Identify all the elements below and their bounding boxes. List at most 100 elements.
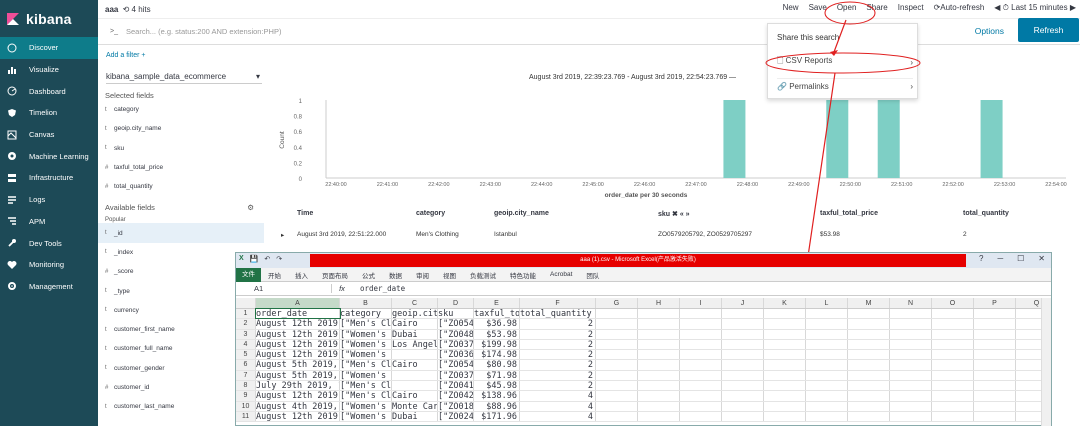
cell[interactable] bbox=[806, 319, 848, 329]
cell[interactable] bbox=[638, 309, 680, 319]
row-number[interactable]: 3 bbox=[236, 329, 256, 339]
cell[interactable] bbox=[890, 329, 932, 339]
cell[interactable] bbox=[932, 411, 974, 422]
cell[interactable] bbox=[890, 350, 932, 360]
cell[interactable]: 4 bbox=[520, 391, 596, 401]
cell[interactable] bbox=[974, 350, 1016, 360]
cell[interactable]: 2 bbox=[520, 329, 596, 339]
cell[interactable] bbox=[638, 329, 680, 339]
cell[interactable] bbox=[764, 391, 806, 401]
field-item[interactable]: t _id bbox=[98, 223, 264, 243]
row-number[interactable]: 6 bbox=[236, 360, 256, 370]
cell[interactable]: ["ZO0360 bbox=[438, 350, 474, 360]
column-header[interactable]: J bbox=[722, 298, 764, 308]
ribbon-tab[interactable]: 公式 bbox=[362, 270, 375, 280]
cell[interactable] bbox=[806, 360, 848, 370]
cell[interactable]: August 12th 2019, 2 bbox=[256, 329, 340, 339]
cell[interactable]: ["Women's Shoes","Women bbox=[340, 350, 392, 360]
cell[interactable] bbox=[680, 411, 722, 422]
ribbon-tab[interactable]: 视图 bbox=[443, 270, 456, 280]
column-header[interactable]: D bbox=[438, 298, 474, 308]
cell[interactable]: $71.98 bbox=[474, 370, 520, 381]
cell[interactable] bbox=[932, 401, 974, 411]
ribbon-tab[interactable]: 数据 bbox=[389, 270, 402, 280]
cell[interactable] bbox=[764, 360, 806, 370]
cell[interactable]: August 12th 2019, 2 bbox=[256, 411, 340, 422]
permalinks-item[interactable]: 🔗 Permalinks › bbox=[777, 78, 913, 92]
cell[interactable]: Los Angel bbox=[392, 339, 438, 350]
cell[interactable] bbox=[680, 360, 722, 370]
cell[interactable]: geoip.cit bbox=[392, 309, 438, 319]
ribbon-tab[interactable]: 插入 bbox=[295, 270, 308, 280]
column-header[interactable]: H bbox=[638, 298, 680, 308]
cell[interactable]: $36.98 bbox=[474, 319, 520, 329]
cell[interactable]: ["Women's Shoe bbox=[340, 411, 392, 422]
ribbon-tab[interactable]: 文件 bbox=[236, 267, 261, 282]
cell[interactable] bbox=[890, 319, 932, 329]
cell[interactable] bbox=[890, 309, 932, 319]
cell[interactable]: 4 bbox=[520, 401, 596, 411]
cell[interactable] bbox=[974, 381, 1016, 391]
cell[interactable] bbox=[974, 360, 1016, 370]
cell[interactable] bbox=[848, 411, 890, 422]
cell[interactable]: Dubai bbox=[392, 329, 438, 339]
cell[interactable] bbox=[596, 339, 638, 350]
help-icon[interactable]: ? bbox=[979, 254, 983, 263]
cell[interactable] bbox=[680, 339, 722, 350]
cell[interactable] bbox=[392, 381, 438, 391]
column-header[interactable]: B bbox=[340, 298, 392, 308]
cell[interactable]: August 12th 2019, 2 bbox=[256, 350, 340, 360]
cell[interactable] bbox=[392, 350, 438, 360]
row-number[interactable]: 9 bbox=[236, 391, 256, 401]
cell[interactable]: ["ZO0423 bbox=[438, 391, 474, 401]
cell[interactable] bbox=[806, 401, 848, 411]
cell[interactable]: August 4th 2019, 0 bbox=[256, 401, 340, 411]
cell[interactable] bbox=[680, 350, 722, 360]
ribbon-tab[interactable]: 开始 bbox=[268, 270, 281, 280]
cell[interactable]: ["Women's Clot bbox=[340, 329, 392, 339]
cell[interactable] bbox=[890, 401, 932, 411]
field-item[interactable]: t category bbox=[98, 100, 264, 119]
cell[interactable]: ["ZO0376 bbox=[438, 370, 474, 381]
cell[interactable]: ["ZO0542 bbox=[438, 360, 474, 370]
cell[interactable]: 4 bbox=[520, 411, 596, 422]
cell[interactable] bbox=[806, 339, 848, 350]
row-number[interactable]: 4 bbox=[236, 339, 256, 350]
ribbon-tab[interactable]: Acrobat bbox=[550, 271, 572, 278]
cell[interactable] bbox=[722, 360, 764, 370]
nav-item-management[interactable]: Management bbox=[0, 276, 98, 298]
cell[interactable]: Dubai bbox=[392, 411, 438, 422]
csv-reports-item[interactable]: 🗋 CSV Reports › bbox=[777, 55, 913, 69]
column-header[interactable]: E bbox=[474, 298, 520, 308]
menu-share[interactable]: Share bbox=[866, 3, 887, 13]
nav-item-discover[interactable]: Discover bbox=[0, 37, 98, 59]
cell[interactable]: ["Women's Shoes","Women bbox=[340, 370, 392, 381]
column-header[interactable]: A bbox=[256, 298, 340, 308]
index-pattern-select[interactable]: kibana_sample_data_ecommerce ▾ bbox=[106, 70, 262, 84]
cell[interactable] bbox=[1016, 391, 1042, 400]
cell[interactable] bbox=[596, 329, 638, 339]
cell[interactable] bbox=[392, 370, 438, 381]
menu-inspect[interactable]: Inspect bbox=[898, 3, 924, 13]
cell[interactable]: taxful_to bbox=[474, 309, 520, 319]
row-number[interactable]: 2 bbox=[236, 319, 256, 329]
cell[interactable] bbox=[722, 401, 764, 411]
menu-open[interactable]: Open bbox=[837, 3, 857, 13]
cell[interactable] bbox=[680, 401, 722, 411]
row-number[interactable]: 11 bbox=[236, 411, 256, 422]
cell[interactable] bbox=[932, 391, 974, 401]
add-filter-link[interactable]: Add a filter + bbox=[106, 52, 146, 59]
column-header[interactable]: Q bbox=[1016, 298, 1042, 308]
nav-item-visualize[interactable]: Visualize bbox=[0, 59, 98, 81]
cell[interactable] bbox=[1016, 381, 1042, 390]
cell[interactable] bbox=[806, 309, 848, 319]
column-header[interactable]: C bbox=[392, 298, 438, 308]
cell[interactable] bbox=[974, 391, 1016, 401]
column-header[interactable]: G bbox=[596, 298, 638, 308]
cell[interactable] bbox=[848, 360, 890, 370]
cell[interactable] bbox=[722, 391, 764, 401]
cell[interactable] bbox=[638, 319, 680, 329]
cell[interactable] bbox=[932, 339, 974, 350]
cell[interactable] bbox=[806, 329, 848, 339]
cell[interactable]: 2 bbox=[520, 381, 596, 391]
